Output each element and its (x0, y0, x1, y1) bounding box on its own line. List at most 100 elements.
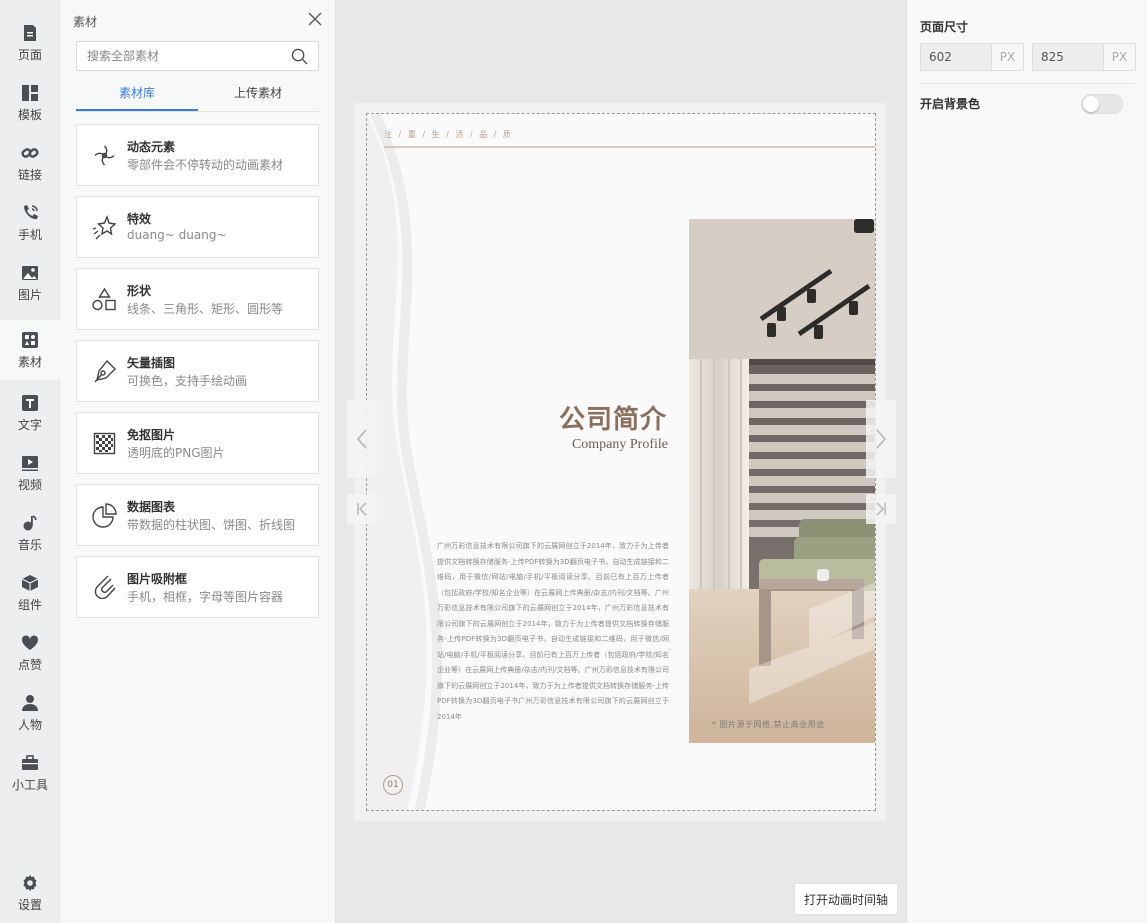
text-icon (21, 394, 39, 412)
nav-label: 人物 (17, 717, 42, 732)
interior-photo[interactable] (689, 219, 875, 743)
asset-card-vector[interactable]: 矢量插图 可换色，支持手绘动画 (76, 340, 319, 402)
asset-card-frame[interactable]: 图片吸附框 手机，相框，字母等图片容器 (76, 556, 319, 618)
chevron-right-icon (876, 429, 887, 449)
card-title: 免抠图片 (127, 428, 176, 442)
close-icon[interactable] (306, 10, 324, 28)
nav-label: 视频 (17, 477, 42, 492)
nav-label: 链接 (17, 167, 42, 182)
nav-item-person[interactable]: 人物 (0, 683, 60, 743)
card-title: 形状 (127, 284, 152, 298)
nav-item-asset[interactable]: 素材 (0, 320, 60, 380)
asset-card-shapes[interactable]: 形状 线条、三角形、矩形、圆形等 (76, 268, 319, 330)
next-page-button[interactable] (866, 400, 896, 478)
page-body-text: 广州万彩信息技术有限公司旗下的云展网创立于2014年，致力于为上传者提供文档转换… (437, 542, 669, 721)
nav-item-page[interactable]: 页面 (0, 13, 60, 73)
video-icon (21, 454, 39, 472)
left-nav-rail: 页面 模板 链接 手机 图片 素材 文字 视频 音乐 组件 点赞 人物 小工具 … (0, 0, 60, 923)
nav-item-music[interactable]: 音乐 (0, 503, 60, 563)
chevron-first-icon (357, 502, 367, 516)
card-subtitle: 带数据的柱状图、饼图、折线图 (127, 518, 296, 532)
nav-label: 手机 (17, 227, 42, 242)
tab-upload[interactable]: 上传素材 (234, 84, 282, 101)
search-icon[interactable] (291, 48, 308, 65)
photo-caption: * 图片源于网络,禁止商业用途 (712, 720, 825, 729)
asset-card-dynamic[interactable]: 动态元素 零部件会不停转动的动画素材 (76, 124, 319, 186)
gear-icon (21, 874, 39, 892)
bg-color-label: 开启背景色 (920, 97, 981, 111)
width-field: PX (920, 43, 1024, 71)
heart-icon (21, 634, 39, 652)
open-timeline-button[interactable]: 打开动画时间轴 (794, 883, 898, 915)
active-tab-indicator (76, 109, 198, 111)
magnet-icon (91, 574, 118, 601)
asset-card-chart[interactable]: 数据图表 带数据的柱状图、饼图、折线图 (76, 484, 319, 546)
asset-icon (21, 331, 39, 349)
height-input[interactable] (1033, 44, 1103, 70)
panel-title: 素材 (73, 15, 98, 29)
sparkle-icon (91, 214, 118, 241)
nav-item-text[interactable]: 文字 (0, 383, 60, 443)
card-subtitle: duang~ duang~ (127, 228, 227, 242)
component-icon (21, 574, 39, 592)
header-rule (384, 146, 875, 148)
toolbox-icon (21, 754, 39, 772)
page-canvas[interactable]: 注 / 重 / 生 / 活 / 品 / 质 公司简介 Company Profi… (366, 113, 876, 811)
properties-panel: 页面尺寸 PX PX 开启背景色 (906, 0, 1147, 923)
nav-item-image[interactable]: 图片 (0, 253, 60, 313)
image-icon (21, 264, 39, 282)
asset-card-png[interactable]: 免抠图片 透明底的PNG图片 (76, 412, 319, 474)
page-title-cn: 公司简介 (558, 405, 667, 435)
card-title: 特效 (127, 212, 152, 226)
card-title: 动态元素 (127, 140, 176, 154)
nav-label: 图片 (17, 287, 42, 302)
canvas-area: 注 / 重 / 生 / 活 / 品 / 质 公司简介 Company Profi… (336, 0, 906, 923)
card-subtitle: 可换色，支持手绘动画 (127, 374, 248, 388)
page-size-label: 页面尺寸 (920, 20, 969, 34)
spin-icon (91, 142, 118, 169)
chevron-last-icon (876, 502, 886, 516)
nav-item-like[interactable]: 点赞 (0, 623, 60, 683)
page-tagline: 注 / 重 / 生 / 活 / 品 / 质 (384, 130, 513, 139)
card-subtitle: 透明底的PNG图片 (127, 446, 225, 460)
shapes-icon (91, 286, 118, 313)
search-input[interactable] (77, 42, 277, 70)
transparent-icon (91, 430, 118, 457)
link-icon (21, 144, 39, 162)
card-title: 图片吸附框 (127, 572, 188, 586)
nav-item-toolbox[interactable]: 小工具 (0, 743, 60, 803)
template-icon (21, 84, 39, 102)
first-page-button[interactable] (347, 494, 377, 524)
nav-item-settings[interactable]: 设置 (0, 863, 60, 923)
card-title: 数据图表 (127, 500, 176, 514)
nav-label: 模板 (17, 107, 42, 122)
nav-label: 组件 (17, 597, 42, 612)
asset-card-effects[interactable]: 特效 duang~ duang~ (76, 196, 319, 258)
tab-library[interactable]: 素材库 (119, 84, 155, 101)
pen-icon (91, 358, 118, 385)
height-field: PX (1032, 43, 1136, 71)
width-input[interactable] (921, 44, 991, 70)
page-icon (21, 24, 39, 42)
asset-panel: 素材 素材库 上传素材 动态元素 零部件会不停转动的动画素材 特效 duang~… (60, 0, 336, 923)
nav-label: 素材 (17, 354, 42, 369)
card-title: 矢量插图 (127, 356, 176, 370)
page-title-en: Company Profile (571, 437, 668, 452)
person-icon (21, 694, 39, 712)
last-page-button[interactable] (866, 494, 896, 524)
music-icon (21, 514, 39, 532)
width-unit: PX (991, 44, 1023, 70)
nav-item-link[interactable]: 链接 (0, 133, 60, 193)
nav-item-video[interactable]: 视频 (0, 443, 60, 503)
card-subtitle: 零部件会不停转动的动画素材 (127, 158, 284, 172)
nav-item-component[interactable]: 组件 (0, 563, 60, 623)
nav-item-phone[interactable]: 手机 (0, 193, 60, 253)
nav-label: 点赞 (17, 657, 42, 672)
card-subtitle: 手机，相框，字母等图片容器 (127, 590, 284, 604)
phone-icon (21, 204, 39, 222)
bg-color-toggle[interactable] (1081, 94, 1123, 114)
nav-label: 音乐 (17, 537, 42, 552)
prev-page-button[interactable] (347, 400, 377, 478)
nav-item-template[interactable]: 模板 (0, 73, 60, 133)
divider (920, 83, 1135, 84)
